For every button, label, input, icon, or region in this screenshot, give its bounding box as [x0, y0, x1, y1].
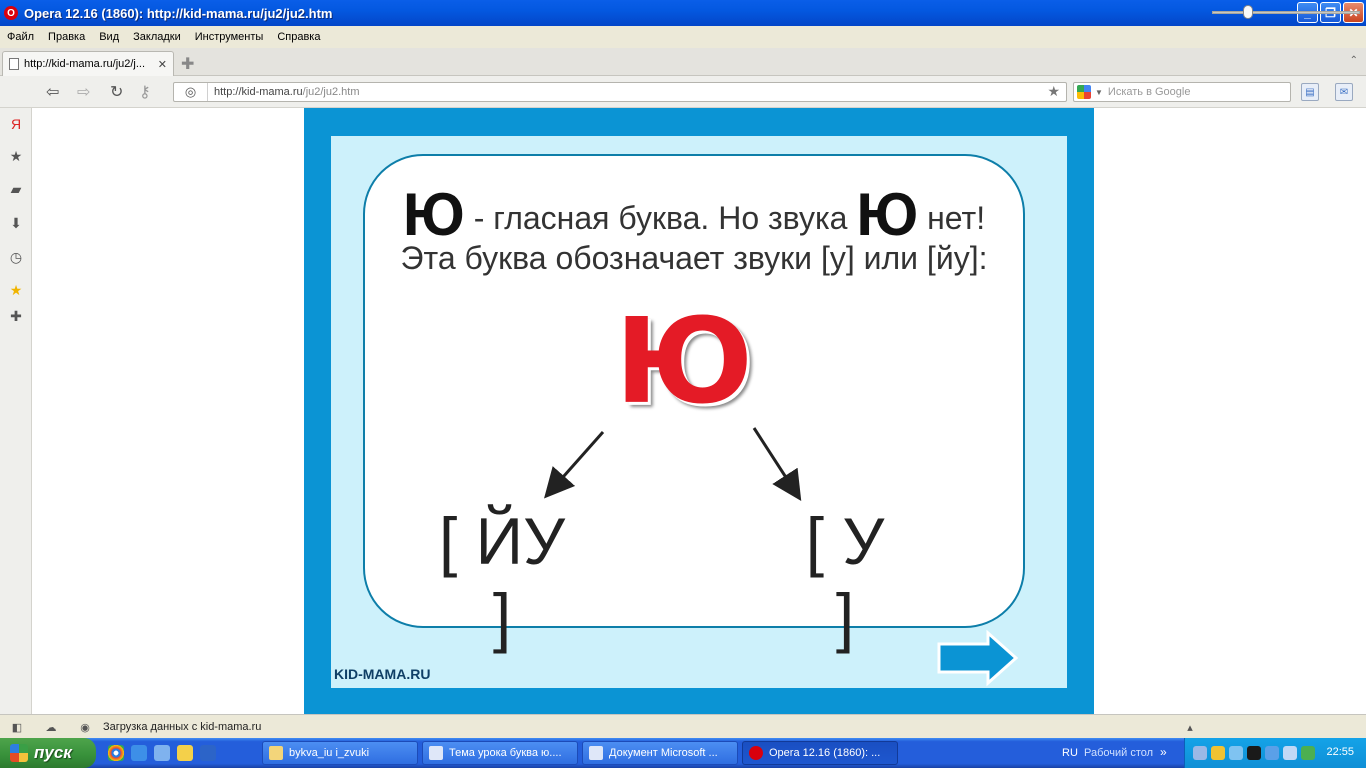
search-placeholder: Искать в Google [1107, 86, 1191, 98]
page-icon-button[interactable]: ▤ [1301, 83, 1319, 101]
letter-yu-bold-2: Ю [856, 181, 919, 248]
taskbar: пуск bykva_iu i_zvuki Тема урока буква ю… [0, 738, 1366, 768]
new-tab-icon[interactable]: ✚ [181, 54, 194, 74]
menu-edit[interactable]: Правка [48, 31, 85, 43]
zoom-up-icon[interactable]: ▴ [1183, 720, 1197, 734]
window-title: Opera 12.16 (1860): http://kid-mama.ru/j… [24, 5, 333, 21]
menu-tools[interactable]: Инструменты [195, 31, 264, 43]
ie-icon[interactable] [131, 745, 147, 761]
chrome-icon[interactable] [108, 745, 124, 761]
status-text: Загрузка данных с kid-mama.ru [103, 721, 262, 733]
mail-icon[interactable]: ✉ [1335, 83, 1353, 101]
tab-close-icon[interactable]: ✕ [158, 58, 167, 71]
brand-label: KID-MAMA.RU [334, 666, 431, 682]
speed-dial-icon[interactable]: ◉ [78, 720, 92, 734]
search-engine-dropdown-icon[interactable]: ▼ [1095, 88, 1103, 97]
tray-icon-4[interactable] [1247, 746, 1261, 760]
tray-icon-3[interactable] [1229, 746, 1243, 760]
url-path: /ju2/ju2.htm [302, 86, 360, 98]
taskbar-item-word-1[interactable]: Тема урока буква ю.... [422, 741, 578, 765]
arrow-left [544, 431, 605, 499]
sound-u-right: [ У ] [805, 504, 885, 654]
menu-help[interactable]: Справка [277, 31, 320, 43]
taskbar-item-opera[interactable]: Opera 12.16 (1860): ... [742, 741, 898, 765]
google-icon [1077, 85, 1091, 99]
globe-icon: ◎ [174, 83, 208, 101]
language-indicator[interactable]: RU [1062, 747, 1078, 759]
tab-kid-mama[interactable]: http://kid-mama.ru/ju2/j... ✕ [2, 51, 174, 76]
tray-icon-2[interactable] [1211, 746, 1225, 760]
url-host: http://kid-mama.ru [214, 86, 303, 98]
folder-icon [269, 746, 283, 760]
back-icon[interactable]: ⇦ [46, 82, 59, 102]
arrows-diagram [544, 427, 802, 502]
side-panel: Я ★ ▰ ⬇ ◷ ★ ✚ [0, 108, 32, 714]
tab-list-icon[interactable]: ⌃ [1350, 55, 1358, 66]
windows-logo-icon [10, 744, 28, 762]
opera-icon [749, 746, 763, 760]
tray-icon-6[interactable] [1283, 746, 1297, 760]
slide-heading-line2: Эта буква обозначает звуки [у] или [йу]: [400, 240, 988, 276]
cloud-icon[interactable]: ☁ [44, 720, 58, 734]
next-arrow-icon[interactable] [936, 630, 1022, 688]
start-label: пуск [34, 743, 72, 762]
menu-view[interactable]: Вид [99, 31, 119, 43]
task-label: Документ Microsoft ... [609, 747, 718, 759]
notes-icon[interactable]: ▰ [7, 180, 25, 198]
key-icon[interactable]: ⚷ [139, 82, 151, 102]
tray-icon-1[interactable] [1193, 746, 1207, 760]
bookmarks-star-icon[interactable]: ★ [7, 147, 25, 165]
clock: 22:55 [1326, 746, 1354, 758]
tray-icon-5[interactable] [1265, 746, 1279, 760]
line1-text-b: нет! [918, 200, 986, 236]
yandex-icon[interactable]: Я [7, 115, 25, 133]
window-titlebar[interactable]: O Opera 12.16 (1860): http://kid-mama.ru… [0, 0, 1366, 26]
reload-icon[interactable]: ↻ [110, 82, 123, 102]
word-doc-icon [429, 746, 443, 760]
taskbar-item-folder[interactable]: bykva_iu i_zvuki [262, 741, 418, 765]
task-label: Opera 12.16 (1860): ... [769, 747, 881, 759]
tab-label: http://kid-mama.ru/ju2/j... [24, 58, 146, 70]
task-label: bykva_iu i_zvuki [289, 747, 370, 759]
downloads-icon[interactable]: ⬇ [7, 214, 25, 232]
favorites-star-icon[interactable]: ★ [7, 281, 25, 299]
big-red-letter-yu: Ю [614, 292, 754, 430]
start-button[interactable]: пуск [0, 738, 96, 768]
menu-bookmarks[interactable]: Закладки [133, 31, 181, 43]
taskbar-item-word-2[interactable]: Документ Microsoft ... [582, 741, 738, 765]
line1-text-a: - гласная буква. Но звука [464, 200, 857, 236]
sound-yu-left: [ ЙУ ] [438, 504, 566, 654]
panel-toggle-icon[interactable]: ◧ [10, 720, 24, 734]
zoom-slider-track[interactable] [1212, 11, 1360, 14]
tab-bar: http://kid-mama.ru/ju2/j... ✕ [0, 48, 1366, 76]
history-clock-icon[interactable]: ◷ [7, 248, 25, 266]
add-panel-icon[interactable]: ✚ [7, 307, 25, 325]
zoom-slider-knob[interactable] [1242, 5, 1253, 19]
media-icon[interactable] [200, 745, 216, 761]
bookmark-star-icon[interactable]: ★ [1047, 83, 1060, 100]
address-bar[interactable]: ◎ http://kid-mama.ru /ju2/ju2.htm ★ [173, 82, 1067, 102]
opera-logo-icon: O [4, 6, 18, 20]
toolbar-expand-icon[interactable]: » [1160, 745, 1167, 759]
forward-icon[interactable]: ⇨ [77, 82, 90, 102]
search-field[interactable]: ▼ Искать в Google [1073, 82, 1291, 102]
menu-file[interactable]: Файл [7, 31, 34, 43]
page-icon [9, 58, 19, 70]
letter-yu-bold-1: Ю [402, 181, 465, 248]
word-doc-icon [589, 746, 603, 760]
show-desktop-icon[interactable] [154, 745, 170, 761]
tray-icon-7[interactable] [1301, 746, 1315, 760]
slide-heading-line1: Ю - гласная буква. Но звука Ю нет! [363, 180, 1025, 249]
status-bar: ◧ ☁ ◉ Загрузка данных с kid-mama.ru ▴ [0, 714, 1366, 738]
task-label: Тема урока буква ю.... [449, 747, 562, 759]
desktop-toolbar-label[interactable]: Рабочий стол [1084, 747, 1153, 759]
arrow-right [752, 427, 802, 502]
outlook-icon[interactable] [177, 745, 193, 761]
menu-bar: Файл Правка Вид Закладки Инструменты Спр… [0, 26, 1366, 48]
system-tray: 22:55 [1184, 738, 1366, 768]
